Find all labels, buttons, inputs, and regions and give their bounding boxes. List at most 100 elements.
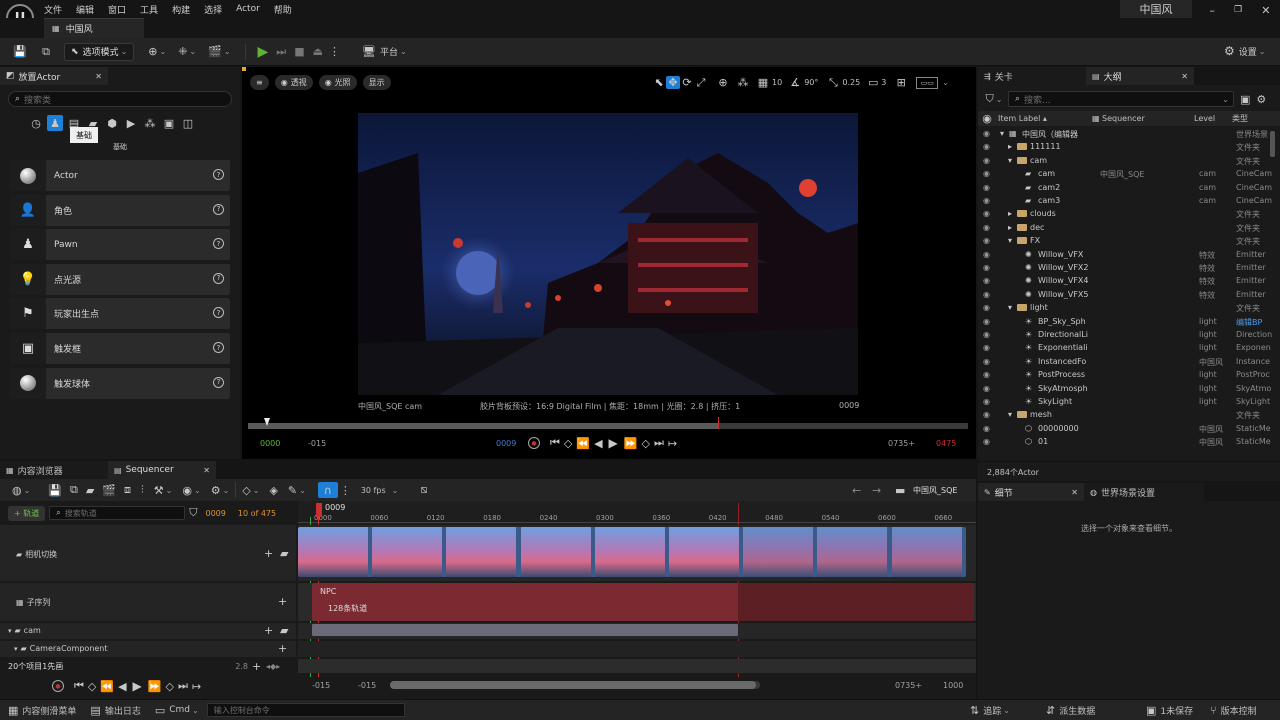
playhead-handle-icon[interactable]	[316, 503, 322, 517]
prev-frame-icon[interactable]: ⏪	[100, 680, 114, 693]
column-level[interactable]: Level	[1194, 114, 1232, 123]
translate-icon[interactable]: ✥	[666, 76, 680, 89]
geometry-icon[interactable]: ⁂	[142, 117, 158, 130]
chevron-down-icon[interactable]: ▾	[1008, 410, 1012, 419]
visibility-icon[interactable]: ◉	[983, 156, 990, 165]
view-range-start[interactable]: -015	[312, 681, 330, 690]
outliner-row[interactable]: ◉ ▸ clouds 文件夹	[978, 208, 1280, 221]
world-settings-tab[interactable]: ◍ 世界场景设置	[1084, 483, 1204, 501]
menu-item[interactable]: 帮助	[274, 3, 292, 16]
place-actor-item[interactable]: ♟ Pawn?	[10, 229, 230, 261]
filter-icon[interactable]: ⛉ ⌄	[984, 92, 1004, 106]
menu-item[interactable]: 工具	[140, 3, 158, 16]
menu-item[interactable]: 构建	[172, 3, 190, 16]
subsequence-row[interactable]: ▦ 子序列 +	[0, 583, 296, 621]
help-icon[interactable]: ?	[213, 272, 224, 284]
camera-component-row[interactable]: ▾ ▰ CameraComponent +	[0, 641, 296, 657]
basic-icon[interactable]: ♟	[47, 115, 63, 131]
add-icon[interactable]: +	[278, 595, 287, 608]
forward-icon[interactable]: →	[872, 484, 881, 497]
levels-tab[interactable]: ⇶ 关卡	[978, 67, 1086, 85]
add-icon[interactable]: +	[264, 624, 273, 637]
menu-item[interactable]: Actor	[236, 4, 260, 14]
close-icon[interactable]: ✕	[95, 72, 102, 81]
place-actors-tab[interactable]: ◩ 放置Actor ✕	[0, 67, 108, 85]
outliner-row[interactable]: ◉ ⬡ 01 中国风 StaticMe	[978, 436, 1280, 448]
sequencer-scrollbar[interactable]	[390, 681, 760, 689]
cam-section[interactable]	[312, 624, 738, 636]
camera-bind-icon[interactable]: ▰	[280, 624, 288, 637]
trace-button[interactable]: ⇅ 追踪 ⌄	[970, 704, 1010, 717]
play-icon[interactable]: ▶	[609, 436, 618, 450]
shapes-icon[interactable]: ▣	[161, 117, 177, 130]
tree-icon[interactable]: ⫶	[141, 483, 144, 497]
jump-start-icon[interactable]: ⏮	[74, 679, 84, 693]
play-icon[interactable]: ▶	[133, 679, 142, 693]
visibility-icon[interactable]: ◉	[983, 196, 990, 205]
output-log-button[interactable]: ▤ 输出日志	[90, 704, 140, 717]
outliner-row[interactable]: ◉ ▾ light 文件夹	[978, 302, 1280, 315]
add-icon[interactable]: +	[252, 660, 261, 673]
chevron-right-icon[interactable]: ▸	[1008, 142, 1012, 151]
add-track-button[interactable]: + 轨道	[8, 505, 46, 521]
close-icon[interactable]: ✕	[1071, 488, 1078, 497]
add-icon[interactable]: +	[278, 642, 287, 655]
visibility-icon[interactable]: ◉	[983, 129, 990, 138]
place-search-input[interactable]: ⌕ 搜索类	[8, 91, 232, 107]
visibility-icon[interactable]: ◉	[983, 384, 990, 393]
visibility-icon[interactable]: ◉	[983, 410, 990, 419]
outliner-row[interactable]: ◉ ▾ FX 文件夹	[978, 235, 1280, 248]
prev-key-icon[interactable]: ◇	[88, 680, 96, 693]
visibility-icon[interactable]: ◉	[983, 142, 990, 151]
camera-speed-icon[interactable]: ▭	[866, 76, 880, 89]
place-actor-item[interactable]: 💡 点光源?	[10, 263, 230, 295]
place-actor-item[interactable]: Actor?	[10, 160, 230, 191]
fps-select[interactable]: 30 fps	[361, 486, 386, 495]
visibility-icon[interactable]: ◉	[983, 250, 990, 259]
outliner-row[interactable]: ◉ ☀ SkyLight light SkyLight	[978, 396, 1280, 409]
save-icon[interactable]: 💾	[12, 45, 28, 58]
filter-icon[interactable]: ⛉	[189, 506, 197, 520]
track-search-input[interactable]: ⌕ 搜索轨道	[49, 506, 186, 520]
outliner-row[interactable]: ◉ ▰ cam 中国风_SQE cam CineCam	[978, 168, 1280, 181]
visibility-icon[interactable]: ◉	[983, 357, 990, 366]
save-icon[interactable]: 💾	[48, 484, 62, 497]
working-range-end[interactable]: 1000	[943, 681, 963, 690]
help-icon[interactable]: ?	[213, 342, 224, 353]
working-range-start[interactable]: -015	[358, 681, 376, 690]
next-key-icon[interactable]: ◇	[165, 680, 173, 693]
help-icon[interactable]: ?	[213, 169, 224, 180]
chevron-down-icon[interactable]: ▾	[1008, 156, 1012, 165]
menu-item[interactable]: 选择	[204, 3, 222, 16]
transport-icon[interactable]: ⧈	[124, 483, 131, 497]
close-icon[interactable]: ✕	[1181, 72, 1188, 81]
column-sequencer[interactable]: Sequencer	[1102, 114, 1194, 123]
minimize-icon[interactable]: –	[1210, 4, 1216, 17]
gear-icon[interactable]: ⚙	[1256, 93, 1266, 106]
edit-icon[interactable]: ✎ ⌄	[288, 484, 306, 497]
visibility-icon[interactable]: ◉	[983, 263, 990, 272]
visibility-icon[interactable]: ◉	[983, 290, 990, 299]
unsaved-button[interactable]: ▣ 1未保存	[1146, 704, 1193, 717]
visibility-icon[interactable]: ◉	[983, 223, 990, 232]
add-actor-icon[interactable]: ⊕ ⌄	[148, 45, 166, 58]
jump-start-icon[interactable]: ⏮	[550, 436, 560, 450]
prev-key-icon[interactable]: ◇	[564, 437, 572, 450]
world-icon[interactable]: ◍ ⌄	[12, 484, 30, 497]
chevron-down-icon[interactable]: ▾	[1000, 129, 1004, 138]
time-ruler[interactable]: 0000 0060 0120 0180 0240 0300 0360 0420 0480 0540…	[298, 501, 1004, 525]
step-icon[interactable]: ⏭	[276, 45, 286, 59]
place-actor-item[interactable]: 触发球体?	[10, 367, 230, 399]
loop-icon[interactable]: ↦	[192, 680, 201, 693]
select-icon[interactable]: ⬉	[652, 76, 666, 89]
key-nav-icon[interactable]: ◂◆▸	[266, 662, 280, 671]
cinematics-icon[interactable]: 🎬 ⌄	[208, 45, 230, 58]
scale-snap-icon[interactable]: ⤡	[826, 76, 840, 90]
record-icon[interactable]: ●	[52, 680, 64, 692]
grid-snap-icon[interactable]: ▦	[756, 76, 770, 89]
viewport-scrubber[interactable]	[248, 423, 968, 429]
next-key-icon[interactable]: ◇	[641, 437, 649, 450]
folder-icon[interactable]: ▬	[895, 484, 905, 497]
visibility-icon[interactable]: ◉	[978, 112, 996, 125]
eject-icon[interactable]: ⏏	[313, 45, 323, 58]
